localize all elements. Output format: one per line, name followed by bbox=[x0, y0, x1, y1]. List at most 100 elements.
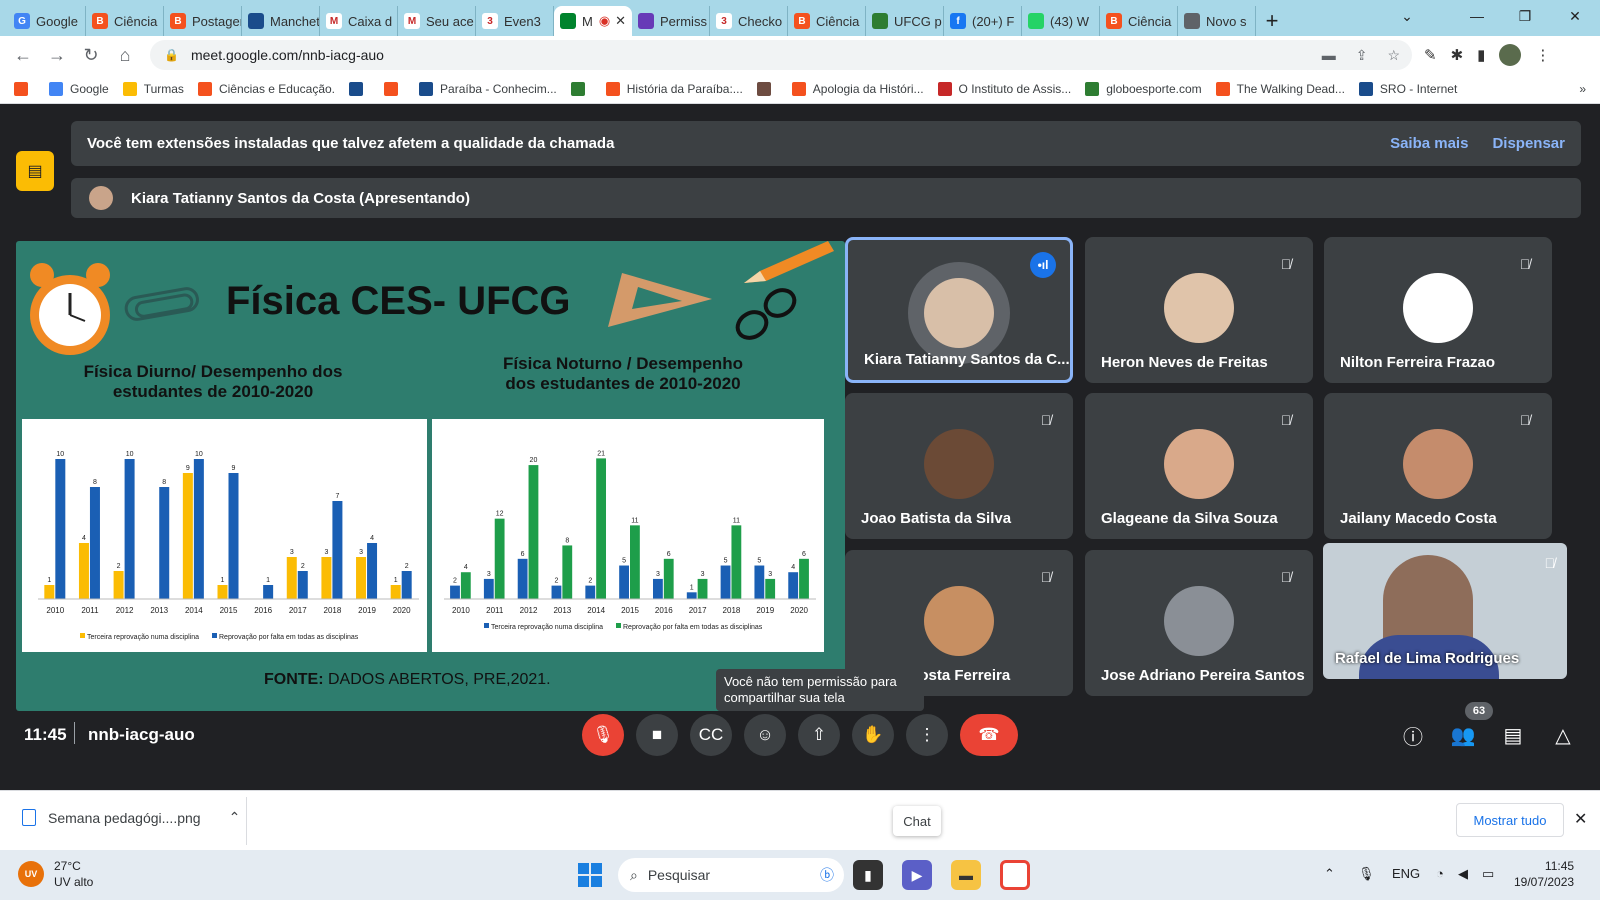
chevron-up-icon[interactable]: ⌃ bbox=[229, 809, 241, 826]
bookmark-item[interactable]: The Walking Dead... bbox=[1215, 81, 1345, 96]
more-bookmarks-button[interactable]: » bbox=[1579, 82, 1600, 96]
minimize-button[interactable]: — bbox=[1454, 0, 1500, 32]
show-all-button[interactable]: Mostrar tudo bbox=[1456, 803, 1564, 837]
mic-toggle-button[interactable]: 🎙 bbox=[582, 714, 624, 756]
extension-icon[interactable]: ✎ bbox=[1424, 46, 1437, 64]
close-window-button[interactable]: ✕ bbox=[1552, 0, 1598, 32]
bookmark-item[interactable] bbox=[756, 81, 778, 96]
volume-icon[interactable]: ◀ bbox=[1458, 866, 1468, 882]
browser-tab[interactable]: B Ciência bbox=[86, 6, 164, 36]
learn-more-link[interactable]: Saiba mais bbox=[1390, 135, 1468, 152]
self-view-tile[interactable]: 🎙̸ Rafael de Lima Rodrigues bbox=[1323, 543, 1567, 679]
weather-widget[interactable]: UV 27°C UV alto bbox=[18, 858, 93, 890]
tab-search-icon[interactable]: ⌄ bbox=[1384, 0, 1430, 32]
wifi-icon[interactable]: ◔ bbox=[1436, 866, 1444, 881]
participant-tile[interactable]: •ıl Kiara Tatianny Santos da C... bbox=[845, 237, 1073, 383]
taskbar-search[interactable]: ⌕ Pesquisar ⓑ bbox=[618, 858, 844, 892]
end-call-button[interactable]: ☎ bbox=[960, 714, 1018, 756]
back-icon[interactable]: ← bbox=[6, 38, 40, 72]
participant-tile[interactable]: 🎙̸ Heron Neves de Freitas bbox=[1085, 237, 1313, 383]
bookmark-item[interactable]: História da Paraíba:... bbox=[605, 81, 743, 96]
legend-swatch bbox=[484, 623, 489, 628]
address-bar[interactable]: 🔒 meet.google.com/nnb-iacg-auo ▬ ⇪ ☆ bbox=[150, 40, 1412, 70]
slides-toggle-icon[interactable]: ▤ bbox=[16, 151, 54, 191]
browser-tab[interactable]: UFCG p bbox=[866, 6, 944, 36]
bookmark-item[interactable] bbox=[384, 81, 405, 96]
file-explorer-icon[interactable]: ▬ bbox=[951, 860, 981, 890]
browser-tab[interactable]: f (20+) F bbox=[944, 6, 1022, 36]
participant-tile[interactable]: 🎙̸ Joao Batista da Silva bbox=[845, 393, 1073, 539]
activities-icon[interactable]: △ bbox=[1548, 720, 1578, 750]
forward-icon[interactable]: → bbox=[40, 38, 74, 72]
language-indicator[interactable]: ENG bbox=[1392, 866, 1420, 881]
battery-icon[interactable]: ▭ bbox=[1482, 866, 1494, 882]
task-view-icon[interactable]: ▮ bbox=[853, 860, 883, 890]
reload-icon[interactable]: ↻ bbox=[74, 38, 108, 72]
browser-tab[interactable]: Permiss bbox=[632, 6, 710, 36]
bookmark-item[interactable]: Turmas bbox=[122, 81, 184, 96]
present-button[interactable]: ⇧ bbox=[798, 714, 840, 756]
camera-icon[interactable]: ▬ bbox=[1322, 47, 1336, 64]
browser-tab[interactable]: Novo s bbox=[1178, 6, 1256, 36]
participant-tile[interactable]: 🎙̸ Glageane da Silva Souza bbox=[1085, 393, 1313, 539]
bookmark-item[interactable]: O Instituto de Assis... bbox=[937, 81, 1071, 96]
close-icon[interactable]: ✕ bbox=[1574, 809, 1587, 829]
browser-tab[interactable]: G Google bbox=[8, 6, 86, 36]
profile-avatar[interactable] bbox=[1499, 44, 1522, 66]
close-tab-icon[interactable]: ✕ bbox=[615, 13, 626, 29]
browser-tab[interactable]: M Caixa d bbox=[320, 6, 398, 36]
browser-tab[interactable]: 3 Checko bbox=[710, 6, 788, 36]
browser-tab[interactable]: B Ciência bbox=[788, 6, 866, 36]
people-icon[interactable]: 👥 bbox=[1448, 720, 1478, 750]
download-item[interactable]: Semana pedagógi....png ⌃ bbox=[22, 809, 240, 826]
captions-button[interactable]: CC bbox=[690, 714, 732, 756]
browser-tab[interactable]: M ◉ ✕ bbox=[554, 6, 632, 36]
sidepanel-icon[interactable]: ▮ bbox=[1477, 46, 1485, 64]
dismiss-link[interactable]: Dispensar bbox=[1492, 135, 1565, 152]
participant-tile[interactable]: 🎙̸ Jailany Macedo Costa bbox=[1324, 393, 1552, 539]
bookmark-item[interactable] bbox=[570, 81, 592, 96]
bookmark-item[interactable]: globoesporte.com bbox=[1085, 81, 1202, 96]
bookmark-item[interactable]: Paraíba - Conhecim... bbox=[419, 81, 557, 96]
participant-tile[interactable]: 🎙̸ Nilton Ferreira Frazao bbox=[1324, 237, 1552, 383]
share-icon[interactable]: ⇪ bbox=[1356, 47, 1368, 64]
start-button[interactable] bbox=[578, 863, 602, 887]
raise-hand-button[interactable]: ✋ bbox=[852, 714, 894, 756]
bookmark-item[interactable]: Google bbox=[49, 81, 109, 96]
left-chart: 1 10 2010 4 8 2011 2 10 2012 8 2013 9 10 2014 1 9 2015 1 2… bbox=[22, 419, 427, 652]
camera-toggle-button[interactable]: ■ bbox=[636, 714, 678, 756]
home-icon[interactable]: ⌂ bbox=[108, 38, 142, 72]
bookmark-label: Google bbox=[70, 81, 109, 96]
chevron-up-icon[interactable]: ⌃ bbox=[1324, 866, 1335, 882]
emoji-button[interactable]: ☺ bbox=[744, 714, 786, 756]
browser-tab[interactable]: Manchete bbox=[242, 6, 320, 36]
participant-tile[interactable]: 🎙̸ Jose Adriano Pereira Santos bbox=[1085, 550, 1313, 696]
more-options-button[interactable]: ⋮ bbox=[906, 714, 948, 756]
browser-tab[interactable]: (43) W bbox=[1022, 6, 1100, 36]
bookmark-item[interactable] bbox=[14, 81, 35, 96]
maximize-button[interactable]: ❐ bbox=[1502, 0, 1548, 32]
puzzle-icon[interactable]: ✱ bbox=[1451, 46, 1464, 64]
bookmark-item[interactable]: Ciências e Educação. bbox=[197, 81, 335, 96]
new-tab-button[interactable]: + bbox=[1256, 6, 1288, 36]
bookmark-label: Paraíba - Conhecim... bbox=[440, 81, 557, 96]
source-label: FONTE: bbox=[264, 671, 324, 688]
bookmark-item[interactable]: Apologia da Históri... bbox=[791, 81, 924, 96]
info-icon[interactable]: ⓘ bbox=[1398, 720, 1428, 750]
star-icon[interactable]: ☆ bbox=[1387, 47, 1400, 64]
tab-label: Checko bbox=[738, 13, 783, 29]
x-tick-label: 2017 bbox=[289, 606, 307, 615]
bookmark-item[interactable]: SRO - Internet bbox=[1358, 81, 1457, 96]
teams-icon[interactable]: ▶ bbox=[902, 860, 932, 890]
menu-icon[interactable]: ⋮ bbox=[1535, 46, 1550, 64]
chat-icon[interactable]: ▤ bbox=[1498, 720, 1528, 750]
browser-tab[interactable]: 3 Even3 bbox=[476, 6, 554, 36]
microphone-icon[interactable]: 🎙 bbox=[1358, 866, 1375, 882]
bookmark-item[interactable] bbox=[349, 81, 370, 96]
browser-tab[interactable]: B Ciência bbox=[1100, 6, 1178, 36]
system-clock[interactable]: 11:45 19/07/2023 bbox=[1514, 858, 1574, 890]
chrome-icon[interactable] bbox=[1000, 860, 1030, 890]
x-tick-label: 2020 bbox=[790, 606, 808, 615]
browser-tab[interactable]: B Postagem bbox=[164, 6, 242, 36]
browser-tab[interactable]: M Seu ace bbox=[398, 6, 476, 36]
